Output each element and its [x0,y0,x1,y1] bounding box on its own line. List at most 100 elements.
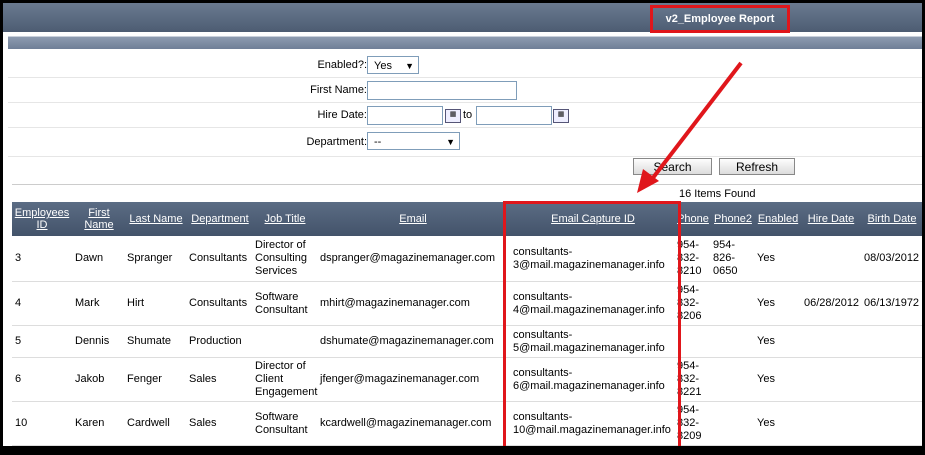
department-select[interactable]: -- ▼ [367,132,460,150]
cell-employee-id: 4 [15,297,22,309]
cell-first-name: Karen [75,417,105,429]
table-row[interactable]: 3 Dawn Spranger Consultants Director of … [12,236,922,282]
cell-email: dspranger@magazinemanager.com [320,252,496,264]
column-header-first-name[interactable]: First Name [74,202,124,236]
calendar-icon[interactable]: ▦ [445,109,461,123]
calendar-icon[interactable]: ▦ [553,109,569,123]
cell-email-capture-id: consultants-4@mail.magazinemanager.info [513,290,665,316]
column-header-job-title[interactable]: Job Title [254,202,316,236]
cell-email-capture-id: consultants-6@mail.magazinemanager.info [513,366,665,392]
hire-date-label: Hire Date: [317,109,367,121]
cell-employee-id: 6 [15,373,22,385]
hire-date-from-input[interactable] [367,106,443,125]
cell-email-capture-id: consultants-10@mail.magazinemanager.info [513,410,671,436]
column-header-department[interactable]: Department [188,202,252,236]
column-header-last-name[interactable]: Last Name [126,202,186,236]
cell-department: Consultants [189,297,248,309]
cell-hire-date [804,236,860,281]
cell-first-name: Dennis [75,335,110,347]
cell-email: dshumate@magazinemanager.com [320,335,494,347]
cell-last-name: Shumate [127,335,172,347]
cell-birth-date [864,358,922,401]
cell-phone: 954-832-8221 [677,360,702,398]
cell-employee-id: 10 [15,417,28,429]
cell-phone2 [713,282,753,325]
cell-first-name: Dawn [75,252,104,264]
cell-hire-date [804,358,860,401]
table-row[interactable]: 5 Dennis Shumate Production dshumate@mag… [12,326,922,358]
refresh-button[interactable]: Refresh [719,158,795,175]
cell-enabled: Yes [757,297,775,309]
cell-job-title: Director of Client Engagement [255,360,318,398]
cell-phone: 954-832-8210 [677,239,702,277]
cell-email: jfenger@magazinemanager.com [320,373,480,385]
cell-job-title: Software Consultant [255,290,308,316]
column-header-birth-date[interactable]: Birth Date [862,202,922,236]
enabled-label: Enabled?: [317,59,367,71]
cell-first-name: Jakob [75,373,105,385]
table-row[interactable]: 4 Mark Hirt Consultants Software Consult… [12,282,922,326]
cell-enabled: Yes [757,417,775,429]
filter-row-hire-date: Hire Date: ▦ to ▦ [8,103,922,128]
table-row[interactable]: 6 Jakob Fenger Sales Director of Client … [12,358,922,402]
cell-hire-date [804,326,860,357]
table-row[interactable]: 10 Karen Cardwell Sales Software Consult… [12,402,922,446]
cell-phone: 954-832-8209 [677,404,702,442]
cell-birth-date: 08/03/2012 [864,252,920,264]
cell-hire-date [804,402,860,445]
results-count: 16 Items Found [679,188,756,200]
cell-birth-date [864,402,922,445]
column-header-email[interactable]: Email [318,202,508,236]
report-frame: v2_Employee Report Enabled?: Yes ▼ First… [3,3,922,446]
cell-phone: 954-832-8206 [677,284,702,322]
cell-phone2: 954-826-0650 [713,239,738,277]
cell-birth-date [864,326,922,357]
cell-job-title: Software Consultant [255,410,308,436]
cell-job-title: Director of Consulting Services [255,239,307,277]
cell-email-capture-id: consultants-3@mail.magazinemanager.info [513,245,665,271]
cell-employee-id: 5 [15,335,22,347]
cell-email-capture-id: consultants-5@mail.magazinemanager.info [513,328,665,354]
enabled-select[interactable]: Yes ▼ [367,56,419,74]
cell-job-title [255,326,317,357]
cell-phone2 [713,326,753,357]
hire-date-to-input[interactable] [476,106,552,125]
cell-department: Consultants [189,252,248,264]
column-header-phone[interactable]: Phone [676,202,710,236]
cell-phone2 [713,358,753,401]
cell-email: mhirt@magazinemanager.com [320,297,470,309]
filter-row-enabled: Enabled?: Yes ▼ [8,53,922,78]
first-name-label: First Name: [310,84,367,96]
cell-employee-id: 3 [15,252,22,264]
cell-phone [677,326,711,357]
cell-last-name: Hirt [127,297,145,309]
cell-phone2 [713,402,753,445]
column-header-phone2[interactable]: Phone2 [712,202,754,236]
cell-department: Sales [189,417,217,429]
grid-header: Employees ID First Name Last Name Depart… [12,202,922,236]
column-header-employee-id[interactable]: Employees ID [12,202,72,236]
first-name-input[interactable] [367,81,517,100]
cell-enabled: Yes [757,373,775,385]
cell-last-name: Fenger [127,373,162,385]
toolbar-strip [8,36,922,49]
department-select-value: -- [374,136,382,148]
cell-department: Production [189,335,242,347]
enabled-select-value: Yes [374,60,392,72]
report-title: v2_Employee Report [650,5,790,33]
cell-last-name: Cardwell [127,417,170,429]
column-header-hire-date[interactable]: Hire Date [804,202,858,236]
filter-row-first-name: First Name: [8,78,922,103]
cell-department: Sales [189,373,217,385]
cell-last-name: Spranger [127,252,173,264]
chevron-down-icon: ▼ [405,61,414,71]
filter-row-department: Department: -- ▼ [8,128,922,157]
column-header-email-capture-id[interactable]: Email Capture ID [510,202,676,236]
search-button[interactable]: Search [633,158,712,175]
cell-email: kcardwell@magazinemanager.com [320,417,492,429]
cell-enabled: Yes [757,252,775,264]
column-header-enabled[interactable]: Enabled [756,202,800,236]
title-bar: v2_Employee Report [3,3,922,33]
cell-birth-date: 06/13/1972 [864,297,920,309]
results-count-bar: 16 Items Found [12,184,922,203]
